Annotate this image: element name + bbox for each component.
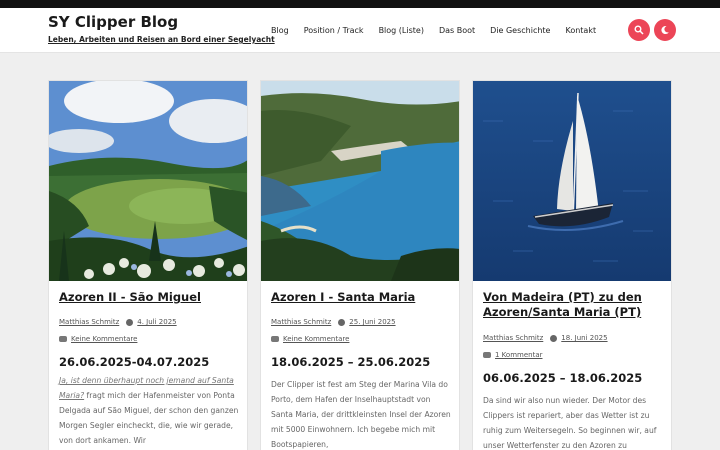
post-author[interactable]: Matthias Schmitz [271, 318, 331, 326]
comment-icon [483, 352, 491, 358]
post-meta: Matthias Schmitz 4. Juli 2025 [59, 318, 177, 326]
clock-icon [550, 334, 558, 342]
comments-link[interactable]: 1 Kommentar [495, 351, 543, 359]
post-date-range: 26.06.2025-04.07.2025 [59, 355, 210, 369]
post-excerpt: Der Clipper ist fest am Steg der Marina … [271, 380, 451, 449]
post-date-range: 18.06.2025 – 25.06.2025 [271, 355, 431, 369]
post-comments: Keine Kommentare [271, 335, 349, 343]
excerpt-text: fragt mich der Hafenmeister von Ponta De… [59, 391, 239, 445]
post-meta: Matthias Schmitz 25. Juni 2025 [271, 318, 396, 326]
comments-link[interactable]: Keine Kommentare [283, 335, 349, 343]
post-excerpt: Ja, ist denn überhaupt noch jemand auf S… [59, 373, 241, 448]
post-card: Von Madeira (PT) zu den Azoren/Santa Mar… [472, 80, 672, 450]
theme-toggle-button[interactable] [654, 19, 676, 41]
nav-item-kontakt[interactable]: Kontakt [565, 26, 596, 35]
post-comments: Keine Kommentare [59, 335, 137, 343]
post-date[interactable]: 18. Juni 2025 [561, 334, 607, 342]
post-date-range: 06.06.2025 – 18.06.2025 [483, 371, 643, 385]
nav-item-blog[interactable]: Blog [271, 26, 289, 35]
site-title[interactable]: SY Clipper Blog [48, 13, 178, 31]
nav-item-blog-liste[interactable]: Blog (Liste) [379, 26, 424, 35]
site-header: SY Clipper Blog Leben, Arbeiten und Reis… [0, 8, 720, 53]
post-excerpt: Da sind wir also nun wieder. Der Motor d… [483, 396, 657, 450]
nav-item-die-geschichte[interactable]: Die Geschichte [490, 26, 550, 35]
post-image-lake[interactable] [49, 81, 247, 281]
clock-icon [338, 318, 346, 326]
clock-icon [126, 318, 134, 326]
moon-icon [661, 26, 669, 35]
site-tagline[interactable]: Leben, Arbeiten und Reisen an Bord einer… [48, 35, 275, 44]
post-date[interactable]: 25. Juni 2025 [349, 318, 395, 326]
post-title[interactable]: Azoren II - São Miguel [59, 290, 241, 305]
post-author[interactable]: Matthias Schmitz [483, 334, 543, 342]
post-title[interactable]: Azoren I - Santa Maria [271, 290, 453, 305]
post-card: Azoren I - Santa Maria Matthias Schmitz … [260, 80, 460, 450]
post-meta: Matthias Schmitz 18. Juni 2025 [483, 334, 608, 342]
nav-item-position-track[interactable]: Position / Track [304, 26, 364, 35]
search-icon [634, 25, 644, 35]
post-author[interactable]: Matthias Schmitz [59, 318, 119, 326]
main-nav: Blog Position / Track Blog (Liste) Das B… [271, 26, 611, 35]
post-title[interactable]: Von Madeira (PT) zu den Azoren/Santa Mar… [483, 290, 665, 320]
search-button[interactable] [628, 19, 650, 41]
comment-icon [271, 336, 279, 342]
post-image-coast[interactable] [261, 81, 459, 281]
nav-item-das-boot[interactable]: Das Boot [439, 26, 475, 35]
post-image-sailboat[interactable] [473, 81, 671, 281]
post-comments: 1 Kommentar [483, 351, 543, 359]
comments-link[interactable]: Keine Kommentare [71, 335, 137, 343]
top-bar [0, 0, 720, 8]
post-card: Azoren II - São Miguel Matthias Schmitz … [48, 80, 248, 450]
comment-icon [59, 336, 67, 342]
post-date[interactable]: 4. Juli 2025 [137, 318, 176, 326]
